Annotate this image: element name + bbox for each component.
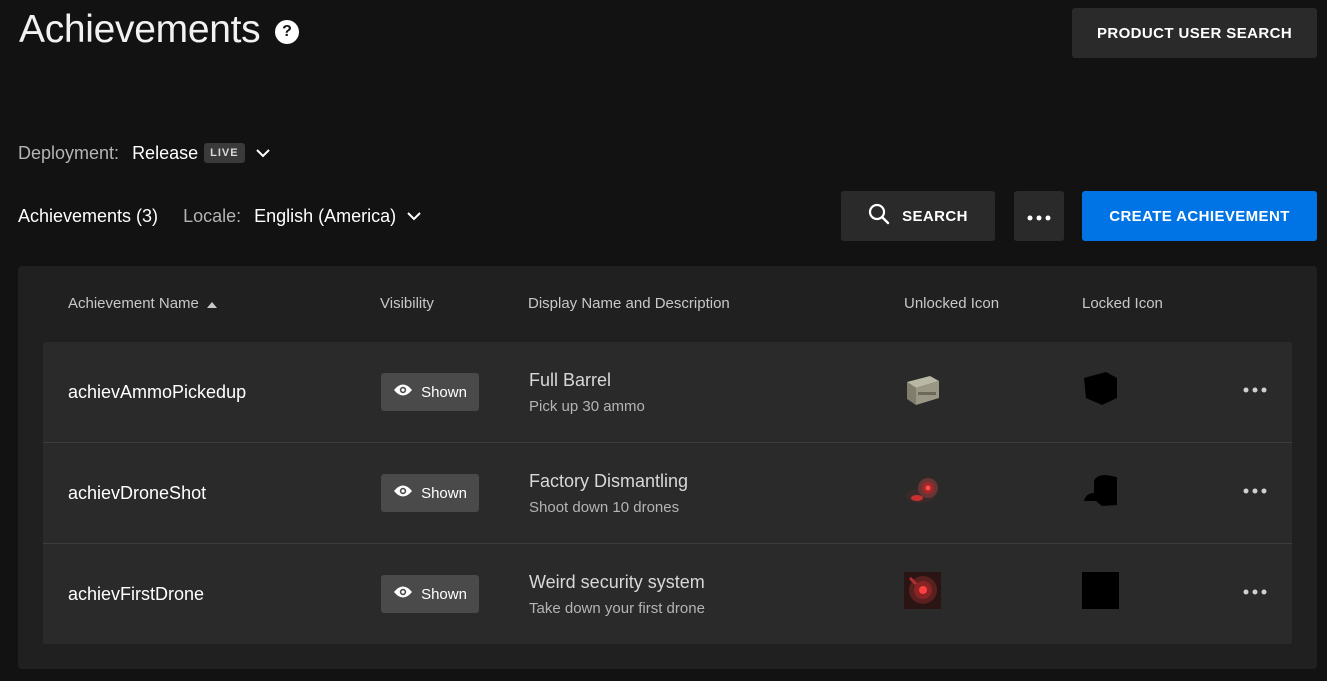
column-header-locked-icon: Locked Icon — [1082, 295, 1163, 312]
filter-row: Achievements (3) Locale: English (Americ… — [18, 204, 422, 228]
ammo-crate-icon — [904, 370, 941, 407]
create-achievement-button[interactable]: CREATE ACHIEVEMENT — [1082, 191, 1317, 241]
table-row[interactable]: achievAmmoPickedup Shown Full Barrel Pic… — [43, 342, 1292, 443]
table-row[interactable]: achievFirstDrone Shown Weird security sy… — [43, 544, 1292, 644]
ellipsis-icon — [1027, 208, 1051, 225]
table-body: achievAmmoPickedup Shown Full Barrel Pic… — [43, 342, 1292, 644]
row-menu-icon[interactable] — [1241, 380, 1269, 400]
achievement-name: achievFirstDrone — [68, 584, 205, 604]
more-options-button[interactable] — [1014, 191, 1064, 241]
column-header-name[interactable]: Achievement Name — [68, 295, 217, 312]
achievement-name: achievAmmoPickedup — [68, 382, 247, 402]
drone-locked-icon — [1082, 471, 1119, 508]
search-button-label: SEARCH — [902, 207, 968, 225]
column-header-display: Display Name and Description — [528, 295, 730, 312]
visibility-badge[interactable]: Shown — [381, 474, 479, 512]
row-menu-icon[interactable] — [1241, 481, 1269, 501]
search-button[interactable]: SEARCH — [841, 191, 995, 241]
deployment-selector[interactable]: Deployment: Release LIVE — [18, 141, 271, 165]
display-description: Take down your first drone — [529, 600, 705, 617]
security-drone-locked-icon — [1082, 572, 1119, 609]
visibility-badge[interactable]: Shown — [381, 575, 479, 613]
eye-icon — [393, 484, 413, 502]
column-header-visibility: Visibility — [380, 295, 434, 312]
eye-icon — [393, 585, 413, 603]
page-title: Achievements — [19, 8, 261, 51]
table-row[interactable]: achievDroneShot Shown Factory Dismantlin… — [43, 443, 1292, 544]
display-description: Pick up 30 ammo — [529, 398, 645, 415]
chevron-down-icon[interactable] — [406, 211, 422, 221]
chevron-down-icon[interactable] — [255, 148, 271, 158]
security-drone-icon — [904, 572, 941, 609]
eye-icon — [393, 383, 413, 401]
search-icon — [868, 203, 890, 229]
achievements-count: Achievements (3) — [18, 205, 159, 226]
help-icon[interactable]: ? — [275, 20, 299, 44]
deployment-label: Deployment: — [18, 142, 120, 163]
display-description: Shoot down 10 drones — [529, 499, 680, 516]
locale-label: Locale: — [183, 205, 242, 226]
ammo-crate-locked-icon — [1082, 370, 1119, 407]
column-header-unlocked-icon: Unlocked Icon — [904, 295, 1000, 312]
display-name: Weird security system — [529, 572, 705, 592]
sort-ascending-icon — [206, 295, 217, 312]
achievement-name: achievDroneShot — [68, 483, 207, 503]
row-menu-icon[interactable] — [1241, 582, 1269, 602]
drone-icon — [904, 471, 941, 508]
locale-value[interactable]: English (America) — [254, 206, 396, 227]
product-user-search-button[interactable]: PRODUCT USER SEARCH — [1072, 8, 1317, 58]
display-name: Factory Dismantling — [529, 471, 689, 491]
visibility-badge[interactable]: Shown — [381, 373, 479, 411]
deployment-value: Release — [132, 142, 199, 163]
display-name: Full Barrel — [529, 370, 612, 390]
achievements-table: Achievement Name Visibility Display Name… — [18, 266, 1317, 669]
live-badge: LIVE — [204, 143, 245, 163]
